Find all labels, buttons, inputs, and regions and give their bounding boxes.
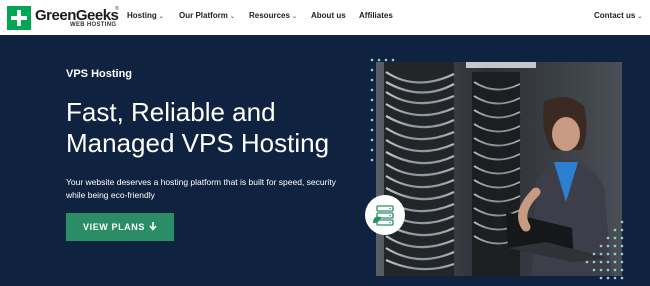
nav-item-hosting[interactable]: Hosting ⌄ bbox=[127, 11, 164, 20]
hero-description: Your website deserves a hosting platform… bbox=[66, 177, 336, 200]
nav-label: Our Platform bbox=[179, 11, 228, 20]
trademark-symbol: ® bbox=[115, 6, 119, 12]
hero-title: Fast, Reliable and Managed VPS Hosting bbox=[66, 97, 330, 158]
nav-item-resources[interactable]: Resources ⌄ bbox=[249, 11, 297, 20]
nav-label: Resources bbox=[249, 11, 290, 20]
chevron-down-icon: ⌄ bbox=[291, 14, 297, 20]
plus-logo-icon bbox=[7, 6, 31, 30]
nav-item-affiliates[interactable]: Affiliates bbox=[359, 11, 393, 20]
nav-label: Contact us bbox=[594, 11, 636, 20]
nav-item-our-platform[interactable]: Our Platform ⌄ bbox=[179, 11, 235, 20]
chevron-down-icon: ⌄ bbox=[229, 14, 235, 20]
nav-label: Hosting bbox=[127, 11, 157, 20]
site-header: GreenGeeks ® WEB HOSTING Hosting ⌄ Our Pl… bbox=[0, 0, 650, 35]
eco-badge bbox=[365, 195, 405, 235]
chevron-down-icon: ⌄ bbox=[158, 14, 164, 20]
cta-label: VIEW PLANS bbox=[82, 222, 145, 232]
greengeeks-logo[interactable]: GreenGeeks ® WEB HOSTING bbox=[7, 6, 119, 30]
nav-item-contact-us[interactable]: Contact us ⌄ bbox=[594, 11, 642, 20]
brand-tagline: WEB HOSTING bbox=[70, 22, 117, 28]
chevron-down-icon: ⌄ bbox=[637, 14, 643, 20]
dot-pattern-right bbox=[585, 220, 624, 280]
nav-item-about-us[interactable]: About us bbox=[311, 11, 346, 20]
hero-kicker: VPS Hosting bbox=[66, 68, 133, 80]
view-plans-button[interactable]: VIEW PLANS bbox=[66, 213, 174, 241]
nav-label: About us bbox=[311, 11, 346, 20]
arrow-down-icon bbox=[149, 221, 157, 233]
eco-server-icon bbox=[373, 205, 394, 226]
nav-label: Affiliates bbox=[359, 11, 393, 20]
